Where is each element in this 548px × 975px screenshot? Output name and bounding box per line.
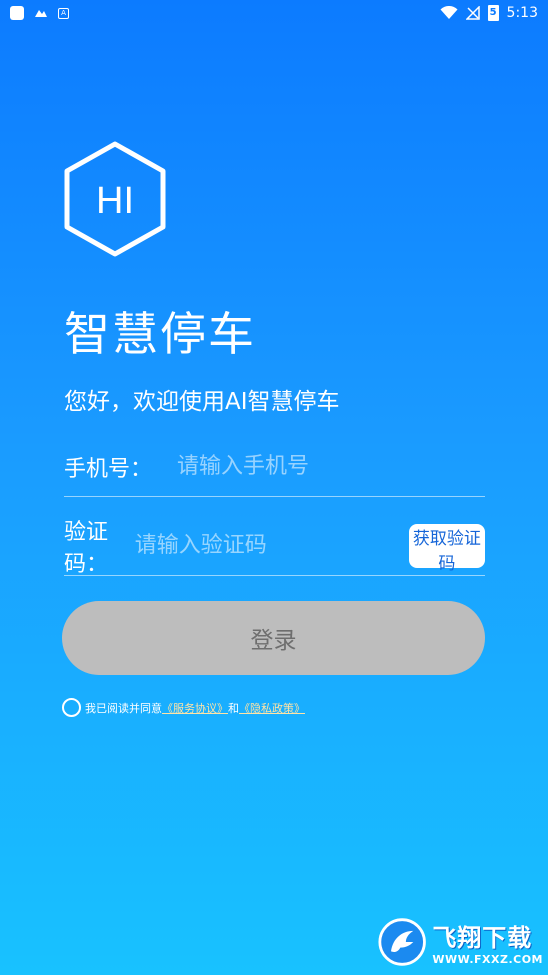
code-field-row: 验证码： 获取验证码 (64, 516, 485, 577)
hi-logo: HI (64, 141, 166, 257)
status-bar: A 5 5:13 (0, 0, 548, 26)
a-icon: A (58, 7, 69, 19)
phone-input[interactable] (177, 454, 485, 479)
service-agreement-link[interactable]: 《服务协议》 (162, 700, 228, 716)
watermark-text: 飞翔下载 WWW.FXXZ.COM (432, 918, 543, 966)
code-label: 验证码： (64, 519, 109, 577)
notification-icon (35, 10, 47, 17)
verification-code-input[interactable] (134, 533, 409, 558)
watermark-en: WWW.FXXZ.COM (432, 953, 543, 966)
login-button[interactable]: 登录 (62, 601, 485, 675)
agreement-conjunction: 和 (228, 701, 239, 715)
privacy-policy-link[interactable]: 《隐私政策》 (239, 700, 305, 716)
watermark: 飞翔下载 WWW.FXXZ.COM (378, 912, 543, 972)
wifi-icon (440, 6, 458, 19)
app-title: 智慧停车 (64, 307, 256, 361)
logo-text: HI (96, 180, 134, 222)
app-square-icon (10, 6, 24, 20)
status-left: A (10, 6, 69, 20)
agreement-prefix: 我已阅读并同意 (85, 701, 162, 715)
watermark-cn: 飞翔下载 (432, 924, 533, 952)
get-code-button[interactable]: 获取验证码 (408, 523, 485, 574)
agreement-row: 我已阅读并同意 《服务协议》 和 《隐私政策》 (62, 698, 305, 717)
phone-field-row: 手机号： (64, 437, 485, 497)
no-signal-icon (465, 6, 480, 20)
welcome-text: 您好，欢迎使用AI智慧停车 (64, 389, 340, 415)
status-time: 5:13 (506, 5, 538, 21)
fxxz-logo-icon (378, 918, 426, 966)
phone-label: 手机号： (64, 456, 153, 482)
status-right: 5 5:13 (440, 5, 538, 21)
battery-icon: 5 (487, 5, 499, 21)
agree-checkbox[interactable] (62, 698, 81, 717)
